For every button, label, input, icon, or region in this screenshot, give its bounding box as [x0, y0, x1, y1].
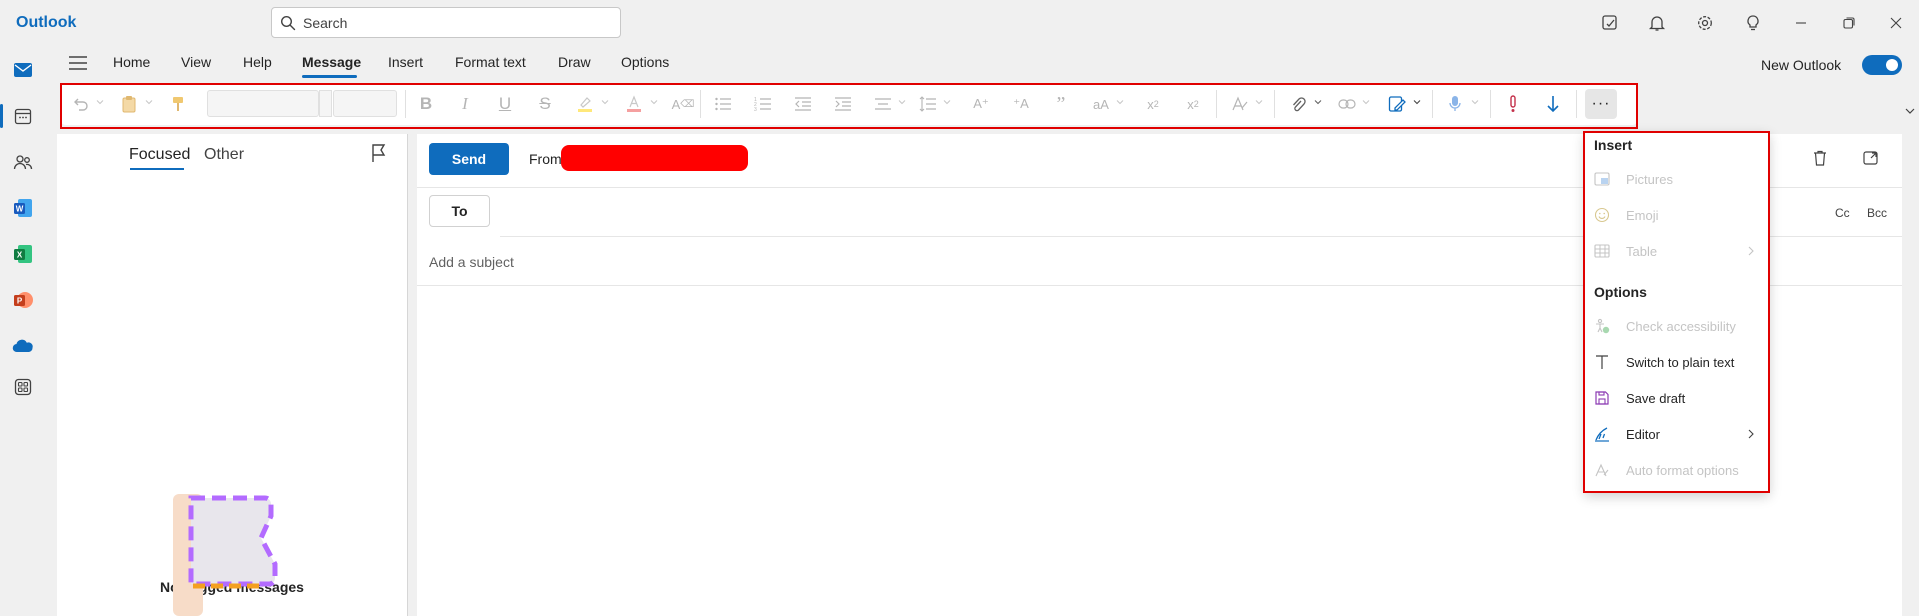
new-outlook-label: New Outlook [1761, 57, 1842, 73]
tab-other[interactable]: Other [204, 146, 244, 164]
rail-active-indicator [0, 104, 3, 128]
excel-icon[interactable]: X [11, 242, 35, 266]
app-rail: W X P [0, 46, 46, 616]
menu-highlight-box [1583, 131, 1770, 493]
svg-text:W: W [16, 205, 24, 214]
chevron-down-icon[interactable] [1904, 105, 1916, 117]
powerpoint-icon[interactable]: P [11, 288, 35, 312]
new-outlook-toggle[interactable] [1862, 55, 1902, 75]
mail-icon[interactable] [11, 58, 35, 82]
trash-icon[interactable] [1811, 149, 1829, 167]
tab-help[interactable]: Help [243, 54, 272, 70]
subject-field[interactable] [429, 251, 1629, 273]
lightbulb-icon[interactable] [1742, 12, 1764, 34]
tab-insert[interactable]: Insert [388, 54, 423, 70]
cc-button[interactable]: Cc [1835, 206, 1850, 220]
title-bar: Outlook [0, 0, 1919, 46]
send-button[interactable]: Send [429, 143, 509, 175]
tab-draw[interactable]: Draw [558, 54, 591, 70]
tab-format-text[interactable]: Format text [455, 54, 526, 70]
onedrive-icon[interactable] [11, 334, 35, 358]
minimize-icon[interactable] [1790, 12, 1812, 34]
bcc-button[interactable]: Bcc [1867, 206, 1887, 220]
toolbar-highlight-box [60, 83, 1638, 129]
people-icon[interactable] [11, 150, 35, 174]
restore-icon[interactable] [1838, 12, 1860, 34]
from-label[interactable]: From [529, 151, 562, 167]
app-title[interactable]: Outlook [16, 14, 76, 32]
search-input[interactable] [303, 13, 603, 33]
tab-message[interactable]: Message [302, 54, 361, 70]
tab-view[interactable]: View [181, 54, 211, 70]
tab-options[interactable]: Options [621, 54, 669, 70]
to-button[interactable]: To [429, 195, 490, 227]
redacted-from-address [561, 145, 748, 171]
svg-text:X: X [17, 251, 23, 260]
apps-icon[interactable] [11, 375, 35, 399]
svg-text:P: P [17, 297, 23, 306]
empty-flag-illustration [173, 494, 278, 616]
pane-divider [407, 134, 408, 616]
active-tab-indicator [302, 75, 357, 78]
pop-out-icon[interactable] [1862, 149, 1880, 167]
close-icon[interactable] [1885, 12, 1907, 34]
active-pivot-indicator [130, 168, 184, 170]
tab-home[interactable]: Home [113, 54, 150, 70]
tab-focused[interactable]: Focused [129, 146, 190, 164]
hamburger-menu-icon[interactable] [67, 54, 89, 72]
notes-icon[interactable] [1599, 12, 1621, 34]
gear-icon[interactable] [1694, 12, 1716, 34]
search-box[interactable] [271, 7, 621, 38]
flag-icon[interactable] [370, 143, 388, 163]
bell-icon[interactable] [1646, 12, 1668, 34]
calendar-icon[interactable] [11, 104, 35, 128]
search-icon [280, 15, 296, 31]
word-icon[interactable]: W [11, 196, 35, 220]
